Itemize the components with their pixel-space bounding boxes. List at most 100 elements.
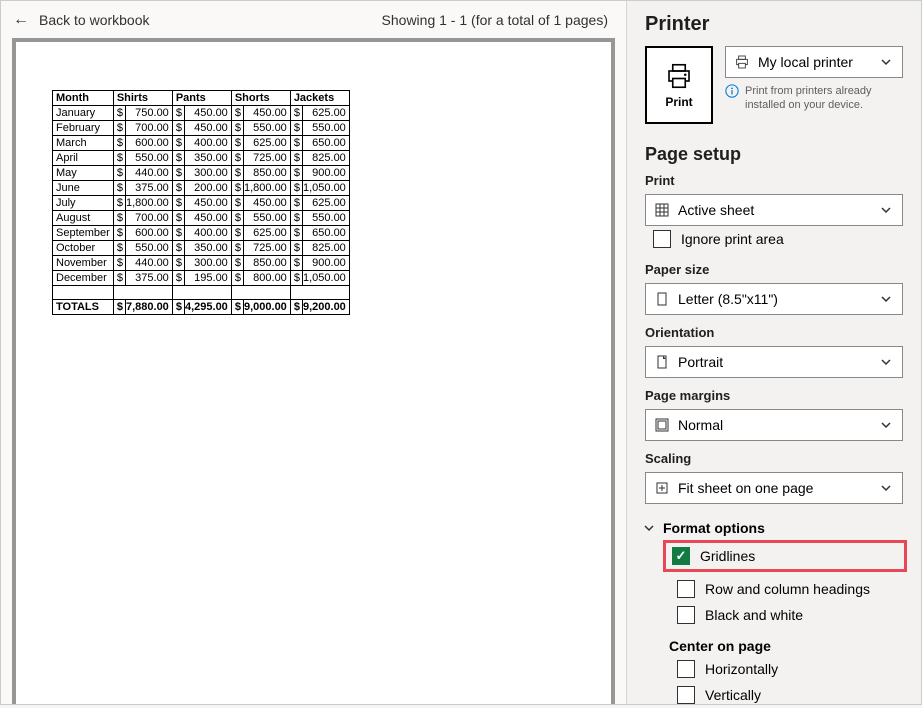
currency-symbol: $	[231, 300, 243, 315]
currency-symbol: $	[231, 166, 243, 181]
cell-value: 450.00	[184, 106, 231, 121]
row-col-headings-label: Row and column headings	[705, 581, 870, 597]
currency-symbol: $	[231, 211, 243, 226]
table-row: May$440.00$300.00$850.00$900.00	[53, 166, 350, 181]
cell-value: 825.00	[302, 151, 349, 166]
currency-symbol: $	[172, 136, 184, 151]
cell-value: 625.00	[243, 136, 290, 151]
cell-value: 400.00	[184, 226, 231, 241]
cell-value: 7,880.00	[125, 300, 172, 315]
print-button[interactable]: Print	[645, 46, 713, 124]
orientation-select[interactable]: Portrait	[645, 346, 903, 378]
currency-symbol: $	[231, 181, 243, 196]
checkbox-icon	[677, 606, 695, 624]
portrait-icon	[654, 354, 670, 370]
table-row: August$700.00$450.00$550.00$550.00	[53, 211, 350, 226]
checkbox-icon	[677, 580, 695, 598]
table-totals-row: TOTALS$7,880.00$4,295.00$9,000.00$9,200.…	[53, 300, 350, 315]
format-options-toggle[interactable]: Format options	[627, 512, 921, 540]
cell-value: 9,000.00	[243, 300, 290, 315]
page-setup-title: Page setup	[627, 138, 921, 171]
table-row: June$375.00$200.00$1,800.00$1,050.00	[53, 181, 350, 196]
currency-symbol: $	[113, 181, 125, 196]
margins-icon	[654, 417, 670, 433]
chevron-down-icon	[878, 480, 894, 496]
orientation-label: Orientation	[645, 325, 903, 340]
margins-value: Normal	[678, 417, 723, 433]
table-row: October$550.00$350.00$725.00$825.00	[53, 241, 350, 256]
currency-symbol: $	[113, 106, 125, 121]
col-header-jackets: Jackets	[290, 91, 349, 106]
checkbox-icon	[677, 660, 695, 678]
cell-value: 650.00	[302, 226, 349, 241]
cell-value: 300.00	[184, 166, 231, 181]
row-col-headings-checkbox[interactable]: Row and column headings	[669, 576, 921, 602]
gridlines-checkbox[interactable]: Gridlines	[672, 545, 755, 567]
printer-info: Print from printers already installed on…	[725, 84, 903, 113]
cell-value: 725.00	[243, 241, 290, 256]
cell-value: 1,050.00	[302, 181, 349, 196]
cell-value: 440.00	[125, 166, 172, 181]
cell-value: 375.00	[125, 271, 172, 286]
cell-value: 350.00	[184, 241, 231, 256]
cell-month: May	[53, 166, 114, 181]
cell-value: 900.00	[302, 166, 349, 181]
horizontally-checkbox[interactable]: Horizontally	[669, 656, 921, 682]
currency-symbol: $	[113, 121, 125, 136]
currency-symbol: $	[172, 121, 184, 136]
printer-icon	[662, 61, 696, 91]
table-row: November$440.00$300.00$850.00$900.00	[53, 256, 350, 271]
cell-value: 550.00	[125, 151, 172, 166]
currency-symbol: $	[172, 226, 184, 241]
currency-symbol: $	[113, 241, 125, 256]
currency-symbol: $	[113, 256, 125, 271]
cell-value: 725.00	[243, 151, 290, 166]
cell-value: 400.00	[184, 136, 231, 151]
paper-size-select[interactable]: Letter (8.5"x11")	[645, 283, 903, 315]
checkbox-checked-icon	[672, 547, 690, 565]
cell-month: March	[53, 136, 114, 151]
ignore-print-area-checkbox[interactable]: Ignore print area	[645, 226, 903, 252]
chevron-down-icon	[878, 202, 894, 218]
chevron-down-icon	[878, 291, 894, 307]
col-header-shorts: Shorts	[231, 91, 290, 106]
vertically-checkbox[interactable]: Vertically	[669, 682, 921, 708]
fit-icon	[654, 480, 670, 496]
cell-value: 1,800.00	[243, 181, 290, 196]
currency-symbol: $	[172, 151, 184, 166]
cell-value: 450.00	[184, 211, 231, 226]
currency-symbol: $	[231, 271, 243, 286]
currency-symbol: $	[231, 151, 243, 166]
cell-value: 200.00	[184, 181, 231, 196]
format-options-label: Format options	[663, 520, 765, 536]
cell-value: 550.00	[302, 211, 349, 226]
preview-header: ← Back to workbook Showing 1 - 1 (for a …	[1, 1, 626, 38]
cell-value: 4,295.00	[184, 300, 231, 315]
cell-value: 1,050.00	[302, 271, 349, 286]
chevron-down-icon	[878, 417, 894, 433]
print-mode-select[interactable]: Active sheet	[645, 194, 903, 226]
vertically-label: Vertically	[705, 687, 761, 703]
scaling-select[interactable]: Fit sheet on one page	[645, 472, 903, 504]
currency-symbol: $	[290, 271, 302, 286]
cell-month: June	[53, 181, 114, 196]
cell-value: 450.00	[243, 196, 290, 211]
currency-symbol: $	[172, 196, 184, 211]
margins-select[interactable]: Normal	[645, 409, 903, 441]
print-button-label: Print	[665, 95, 692, 109]
printer-select[interactable]: My local printer	[725, 46, 903, 78]
currency-symbol: $	[231, 196, 243, 211]
currency-symbol: $	[113, 151, 125, 166]
cell-value: 600.00	[125, 226, 172, 241]
currency-symbol: $	[113, 211, 125, 226]
cell-month: November	[53, 256, 114, 271]
cell-month: December	[53, 271, 114, 286]
back-to-workbook-link[interactable]: ← Back to workbook	[13, 12, 150, 28]
currency-symbol: $	[290, 106, 302, 121]
currency-symbol: $	[172, 271, 184, 286]
currency-symbol: $	[113, 166, 125, 181]
cell-value: 750.00	[125, 106, 172, 121]
currency-symbol: $	[172, 241, 184, 256]
black-white-checkbox[interactable]: Black and white	[669, 602, 921, 628]
cell-value: 650.00	[302, 136, 349, 151]
